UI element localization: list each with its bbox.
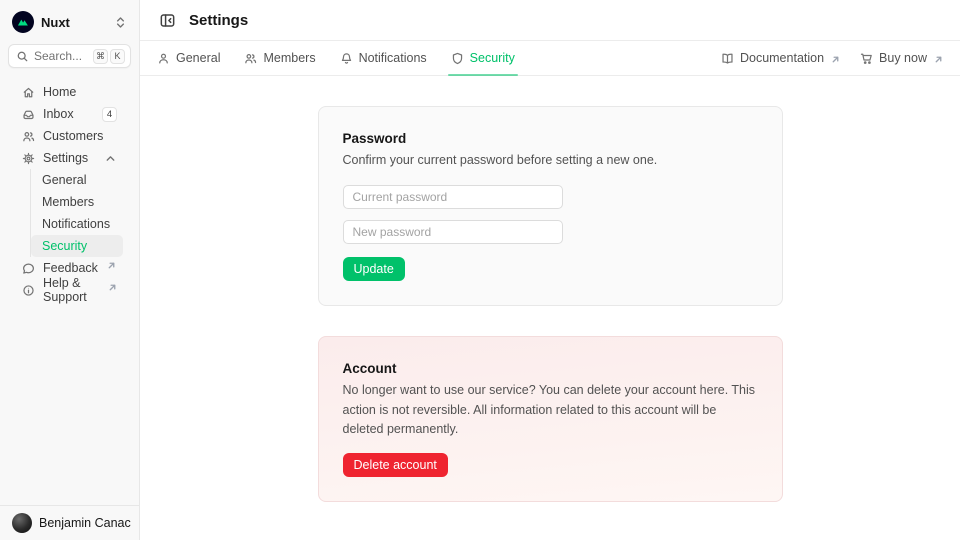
info-circle-icon	[22, 284, 35, 297]
inbox-count-badge: 4	[102, 107, 117, 122]
password-card-description: Confirm your current password before set…	[343, 151, 758, 170]
tab-label: Notifications	[359, 51, 427, 65]
sidebar-item-label: General	[42, 173, 86, 187]
user-section: Benjamin Canac	[0, 505, 139, 540]
documentation-label: Documentation	[740, 51, 824, 65]
toolbar: General Members Notifications	[140, 41, 960, 76]
book-open-icon	[721, 52, 734, 65]
arrow-up-right-icon	[108, 281, 117, 290]
workspace-name: Nuxt	[41, 15, 70, 30]
workspace-selector[interactable]: Nuxt	[8, 9, 131, 35]
shield-icon	[451, 52, 464, 65]
sidebar-item-inbox[interactable]: Inbox 4	[16, 103, 123, 125]
documentation-button[interactable]: Documentation	[721, 51, 840, 65]
password-card: Password Confirm your current password b…	[318, 106, 783, 306]
sidebar-item-settings[interactable]: Settings	[16, 147, 123, 169]
sidebar-item-customers[interactable]: Customers	[16, 125, 123, 147]
bell-icon	[340, 52, 353, 65]
home-icon	[22, 86, 35, 99]
search-input[interactable]	[34, 49, 84, 63]
sidebar-item-label: Notifications	[42, 217, 110, 231]
sidebar-item-label: Home	[43, 85, 76, 99]
update-password-button[interactable]: Update	[343, 257, 405, 281]
delete-account-button[interactable]: Delete account	[343, 453, 448, 477]
sidebar-nav: Home Inbox 4 Customers	[8, 81, 131, 257]
arrow-up-right-icon	[934, 53, 943, 62]
chevron-up-icon	[104, 152, 117, 165]
toolbar-actions: Documentation Buy now	[721, 51, 943, 65]
sidebar-item-label: Members	[42, 195, 94, 209]
sidebar-item-security[interactable]: Security	[31, 235, 123, 257]
gear-icon	[22, 152, 35, 165]
tab-security[interactable]: Security	[451, 41, 515, 75]
user-name: Benjamin Canac	[39, 516, 131, 530]
tab-label: General	[176, 51, 220, 65]
panel-left-icon	[159, 12, 176, 29]
message-icon	[22, 262, 35, 275]
page-header: Settings	[140, 0, 960, 41]
password-card-title: Password	[343, 131, 758, 146]
chevron-up-down-icon	[114, 16, 127, 29]
account-card: Account No longer want to use our servic…	[318, 336, 783, 501]
page-title: Settings	[189, 12, 248, 29]
sidebar-item-label: Help & Support	[43, 276, 99, 304]
user-icon	[157, 52, 170, 65]
app-window: Nuxt ⌘ K Ho	[0, 0, 960, 540]
content-area: Password Confirm your current password b…	[140, 76, 960, 540]
tab-members[interactable]: Members	[244, 41, 315, 75]
avatar	[12, 513, 32, 533]
sidebar-item-label: Inbox	[43, 107, 74, 121]
tab-notifications[interactable]: Notifications	[340, 41, 427, 75]
sidebar-item-help-support[interactable]: Help & Support	[16, 279, 123, 301]
sidebar: Nuxt ⌘ K Ho	[0, 0, 140, 540]
sidebar-footer: Feedback Help & Support	[8, 257, 131, 307]
sidebar-top: Nuxt ⌘ K Ho	[0, 0, 139, 307]
command-key: ⌘	[93, 49, 108, 64]
tab-general[interactable]: General	[157, 41, 220, 75]
arrow-up-right-icon	[107, 259, 116, 268]
new-password-input[interactable]	[343, 220, 563, 244]
settings-sub-list: General Members Notifications Security	[30, 169, 123, 257]
nuxt-logo	[12, 11, 34, 33]
current-password-input[interactable]	[343, 185, 563, 209]
cart-icon	[860, 52, 873, 65]
tab-label: Security	[470, 51, 515, 65]
search-icon	[16, 50, 29, 63]
users-icon	[22, 130, 35, 143]
inbox-icon	[22, 108, 35, 121]
sidebar-item-label: Security	[42, 239, 87, 253]
collapse-sidebar-button[interactable]	[157, 10, 177, 30]
buy-now-label: Buy now	[879, 51, 927, 65]
search-bar[interactable]: ⌘ K	[8, 44, 131, 68]
main-area: Settings General Members	[140, 0, 960, 540]
sidebar-item-label: Feedback	[43, 261, 98, 275]
sidebar-item-label: Settings	[43, 151, 88, 165]
tab-label: Members	[263, 51, 315, 65]
sidebar-item-label: Customers	[43, 129, 103, 143]
sidebar-item-general[interactable]: General	[31, 169, 123, 191]
account-card-title: Account	[343, 361, 758, 376]
arrow-up-right-icon	[831, 53, 840, 62]
k-key: K	[110, 49, 125, 64]
sidebar-item-members[interactable]: Members	[31, 191, 123, 213]
buy-now-button[interactable]: Buy now	[860, 51, 943, 65]
settings-tabs: General Members Notifications	[157, 41, 515, 75]
users-icon	[244, 52, 257, 65]
sidebar-item-home[interactable]: Home	[16, 81, 123, 103]
account-card-description: No longer want to use our service? You c…	[343, 381, 758, 439]
user-menu[interactable]: Benjamin Canac	[8, 511, 131, 535]
sidebar-item-notifications[interactable]: Notifications	[31, 213, 123, 235]
search-shortcut: ⌘ K	[93, 49, 125, 64]
